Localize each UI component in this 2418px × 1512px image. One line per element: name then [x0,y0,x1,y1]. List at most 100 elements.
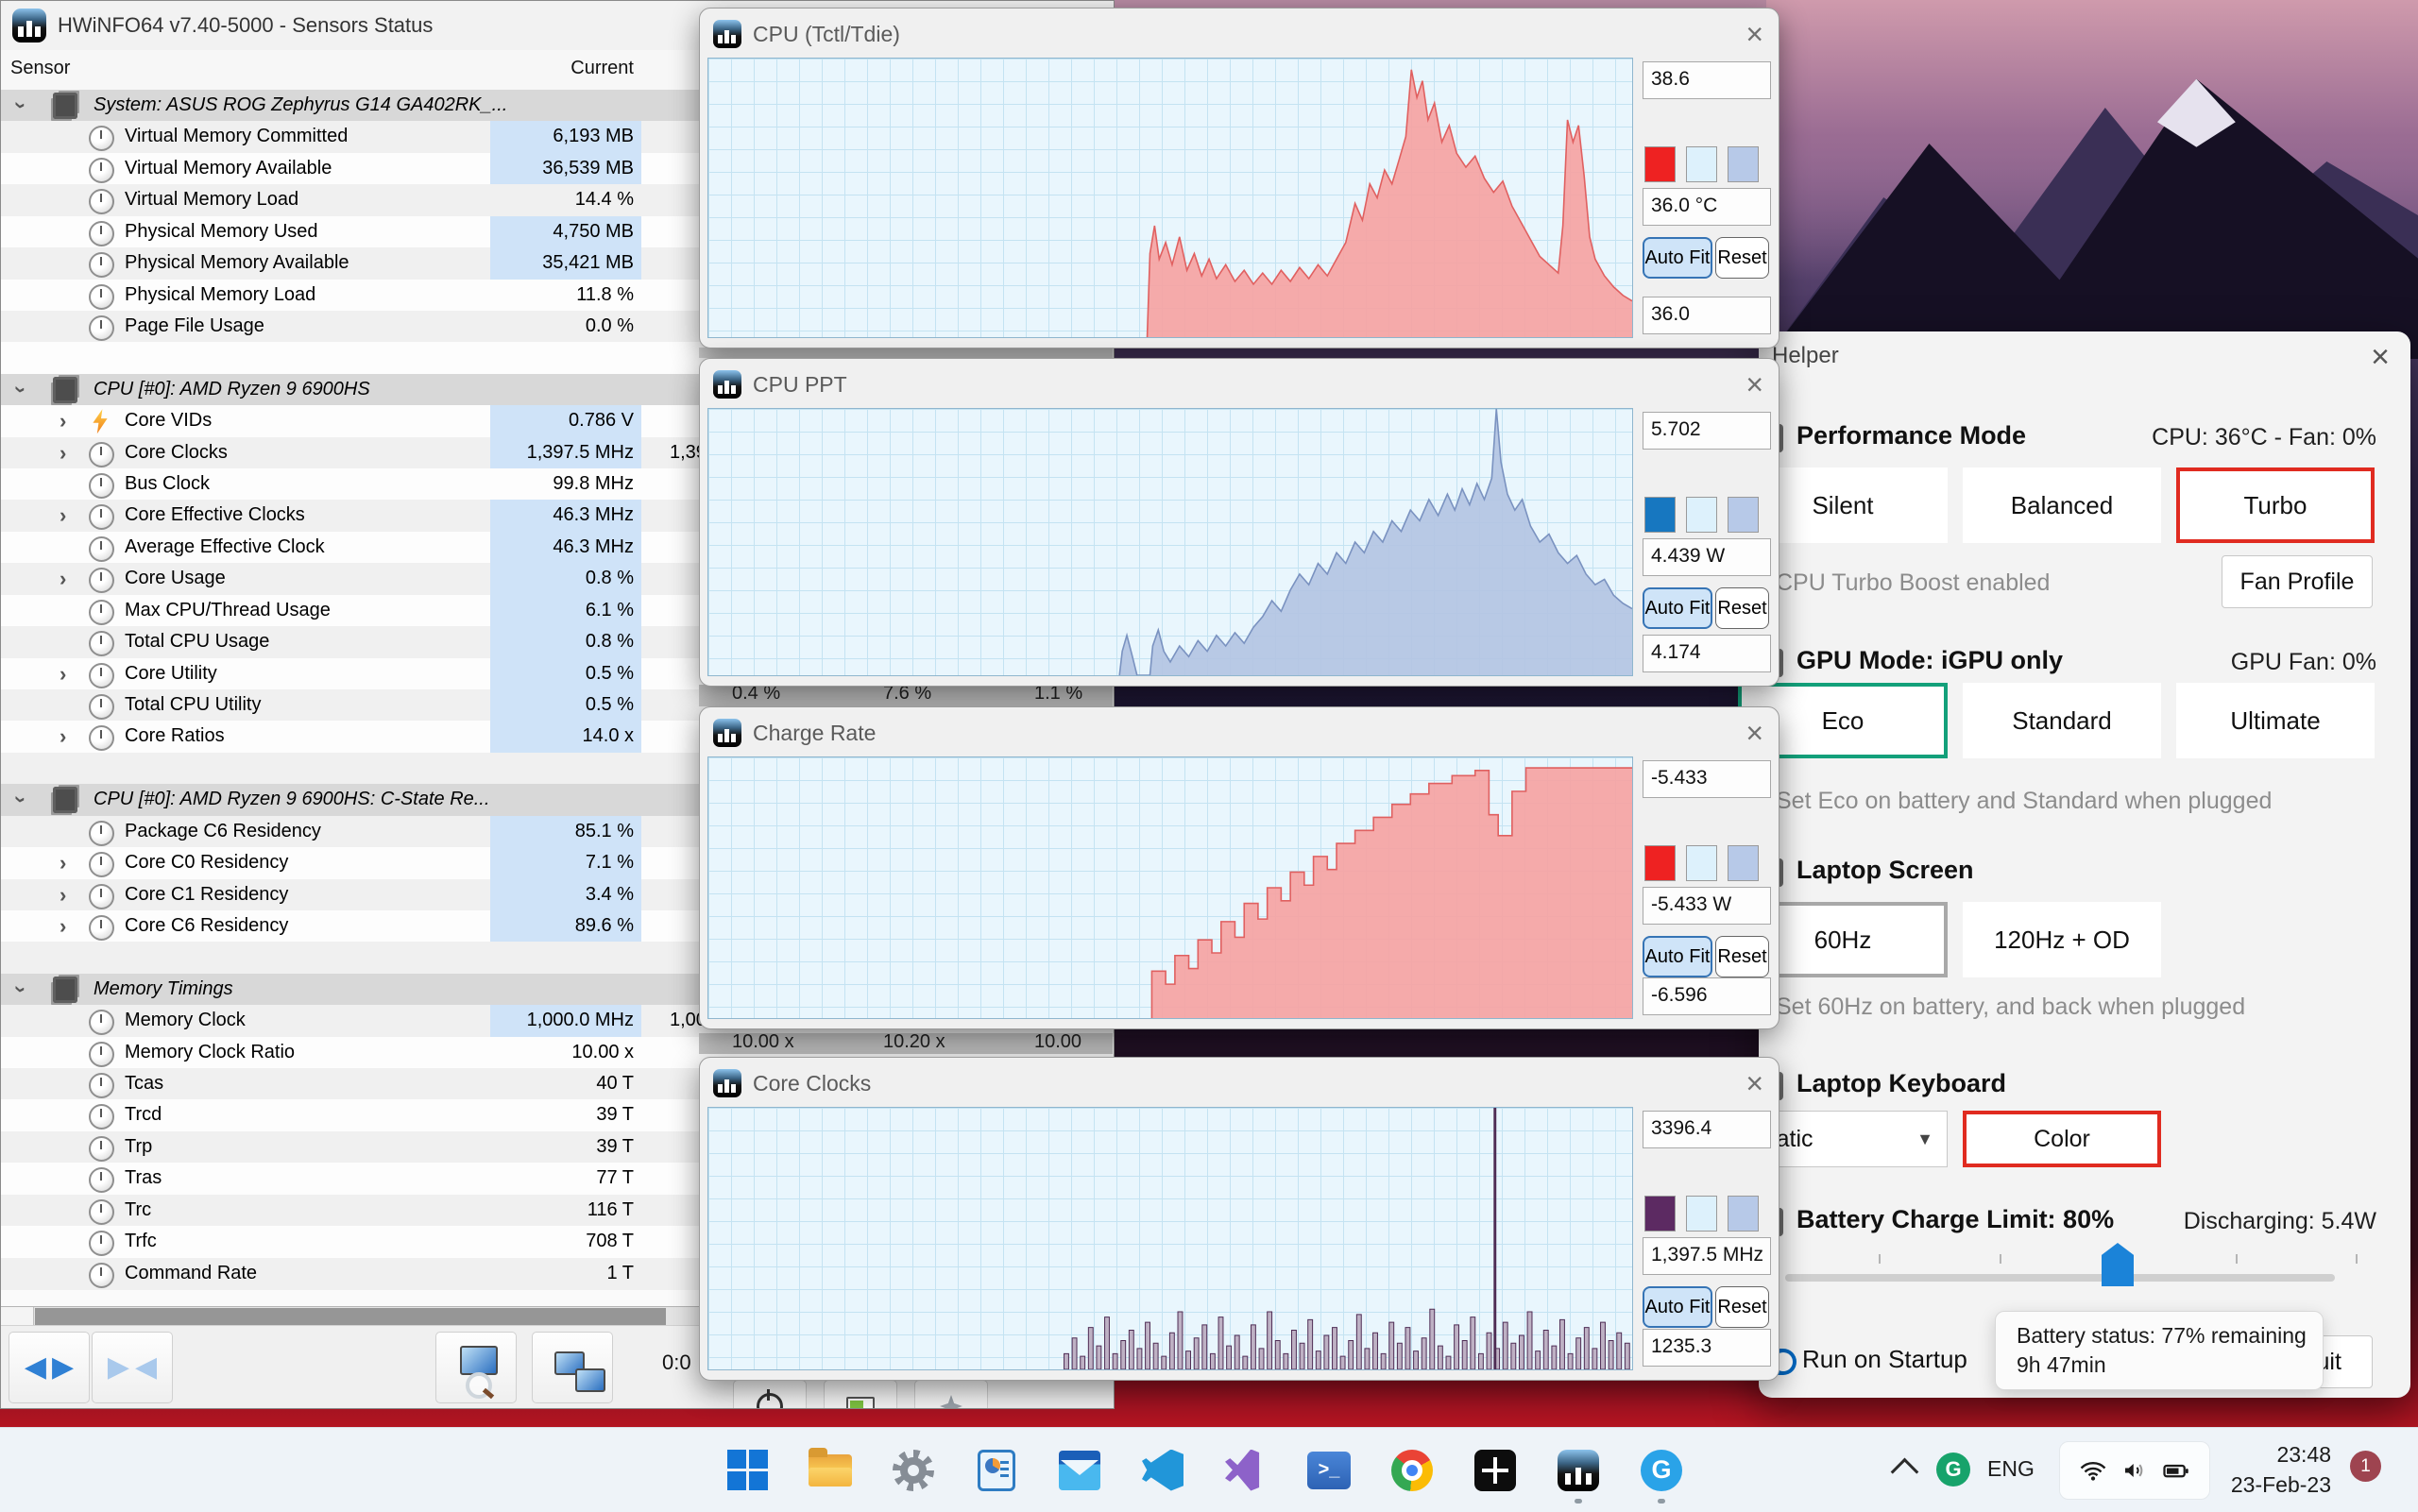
sensor-current-value: 0.786 V [490,405,641,438]
auto-fit-button[interactable]: Auto Fit [1643,936,1712,977]
graph-title: CPU PPT [753,371,847,397]
gauge-icon [89,1198,114,1225]
reset-button[interactable]: Reset [1715,936,1769,977]
gauge-icon [89,883,114,909]
expand-chevron-icon[interactable]: › [60,721,66,752]
close-icon[interactable]: × [2371,339,2390,376]
gpu-ultimate-button[interactable]: Ultimate [2176,683,2375,758]
start-button[interactable] [725,1449,769,1492]
collapse-chevron-icon[interactable]: › [6,986,37,993]
language-indicator[interactable]: ENG [1987,1456,2035,1482]
keyboard-color-button[interactable]: Color [1963,1111,2161,1167]
graph-min-value: 1235.3 [1643,1329,1771,1367]
graph-window-cpu-temp: CPU (Tctl/Tdie) × 38.6 36.0 °C Auto Fit … [699,8,1779,348]
mode-balanced-button[interactable]: Balanced [1963,467,2161,543]
close-icon[interactable]: × [1745,19,1763,49]
series-color-swatch[interactable] [1644,845,1676,881]
run-on-startup-label[interactable]: Run on Startup [1802,1345,1967,1374]
notification-badge[interactable]: 1 [2350,1451,2381,1482]
taskbar-mail[interactable] [1058,1449,1101,1492]
taskbar-chrome[interactable] [1390,1449,1434,1492]
collapse-chevron-icon[interactable]: › [6,102,37,109]
gpu-standard-button[interactable]: Standard [1963,683,2161,758]
auto-fit-button[interactable]: Auto Fit [1643,237,1712,279]
expand-chevron-icon[interactable]: › [60,405,66,436]
quick-settings[interactable] [2059,1441,2210,1500]
taskbar-powershell[interactable]: >_ [1307,1449,1351,1492]
tooltip-line2: 9h 47min [2017,1352,2106,1377]
taskbar-ghelper[interactable]: G [1640,1449,1683,1504]
battery-limit-slider-handle[interactable] [2102,1243,2134,1286]
sensor-label: Page File Usage [125,314,264,336]
expand-chevron-icon[interactable]: › [60,563,66,594]
gpu-mode-header: GPU Mode: iGPU only [1796,646,2064,674]
clock[interactable]: 23:48 23-Feb-23 [2231,1439,2331,1500]
grid-color-swatch[interactable] [1728,497,1759,533]
arrows-together-icon: ◀ [135,1351,158,1383]
close-icon[interactable]: × [1745,718,1763,748]
series-color-swatch[interactable] [1644,146,1676,182]
grid-color-swatch[interactable] [1728,146,1759,182]
expand-chevron-icon[interactable]: › [60,910,66,942]
monitor-icon [575,1368,605,1392]
fan-profile-button[interactable]: Fan Profile [2222,555,2373,608]
collapse-columns-button[interactable]: ▶ ◀ [92,1332,173,1403]
taskbar-terminal-app[interactable] [1473,1449,1517,1492]
sensor-label: Core C6 Residency [125,914,289,936]
scrollbar-thumb[interactable] [35,1308,666,1325]
mode-turbo-button[interactable]: Turbo [2176,467,2375,543]
background-color-swatch[interactable] [1686,497,1717,533]
grid-color-swatch[interactable] [1728,1196,1759,1232]
background-color-swatch[interactable] [1686,146,1717,182]
taskbar-vscode[interactable] [1141,1449,1184,1492]
grid-color-swatch[interactable] [1728,845,1759,881]
background-color-swatch[interactable] [1686,1196,1717,1232]
sensor-label: Trp [125,1135,153,1157]
expand-chevron-icon[interactable]: › [60,847,66,878]
column-header-current[interactable]: Current [490,58,634,79]
column-header-sensor[interactable]: Sensor [10,58,70,79]
auto-fit-button[interactable]: Auto Fit [1643,587,1712,629]
taskbar-hwinfo[interactable] [1557,1449,1600,1504]
taskbar-visual-studio[interactable] [1224,1449,1268,1492]
collapse-chevron-icon[interactable]: › [6,386,37,393]
battery-limit-slider-track[interactable] [1785,1274,2335,1282]
gauge-icon [89,252,114,279]
expand-chevron-icon[interactable]: › [60,500,66,531]
grammarly-tray-icon[interactable]: G [1936,1453,1970,1487]
expand-chevron-icon[interactable]: › [60,879,66,910]
tray-overflow-chevron[interactable] [1890,1457,1919,1487]
taskbar-system-info[interactable] [975,1449,1018,1492]
tooltip-line1: Battery status: 77% remaining [2017,1323,2307,1348]
expand-chevron-icon[interactable]: › [60,658,66,689]
taskbar-file-explorer[interactable] [809,1447,852,1492]
sensor-label: Physical Memory Available [125,252,349,274]
auto-fit-button[interactable]: Auto Fit [1643,1286,1712,1328]
sensor-current-value: 39 T [596,1104,634,1126]
monitor-magnifier-button[interactable] [435,1332,517,1403]
series-color-swatch[interactable] [1644,1196,1676,1232]
reset-button[interactable]: Reset [1715,237,1769,279]
battery-button[interactable] [824,1380,897,1408]
reset-button[interactable]: Reset [1715,587,1769,629]
ghelper-title: Helper [1772,343,1839,368]
background-color-swatch[interactable] [1686,845,1717,881]
chrome-icon [1391,1449,1433,1491]
expand-columns-button[interactable]: ◀ ▶ [9,1332,90,1403]
series-color-swatch[interactable] [1644,497,1676,533]
visual-studio-icon [1225,1449,1260,1491]
remote-monitors-button[interactable] [532,1332,613,1403]
expand-chevron-icon[interactable]: › [60,437,66,468]
sensor-current-value: 10.00 x [571,1041,634,1062]
close-icon[interactable]: × [1745,1068,1763,1098]
collapse-chevron-icon[interactable]: › [6,796,37,803]
scroll-left-button[interactable] [1,1307,34,1326]
fan-button[interactable] [914,1380,988,1408]
power-settings-button[interactable] [733,1380,807,1408]
gauge-icon [89,914,114,941]
screen-120hz-button[interactable]: 120Hz + OD [1963,902,2161,977]
reset-button[interactable]: Reset [1715,1286,1769,1328]
sensor-label: Core C0 Residency [125,852,289,874]
taskbar-settings[interactable] [892,1449,935,1492]
close-icon[interactable]: × [1745,369,1763,399]
